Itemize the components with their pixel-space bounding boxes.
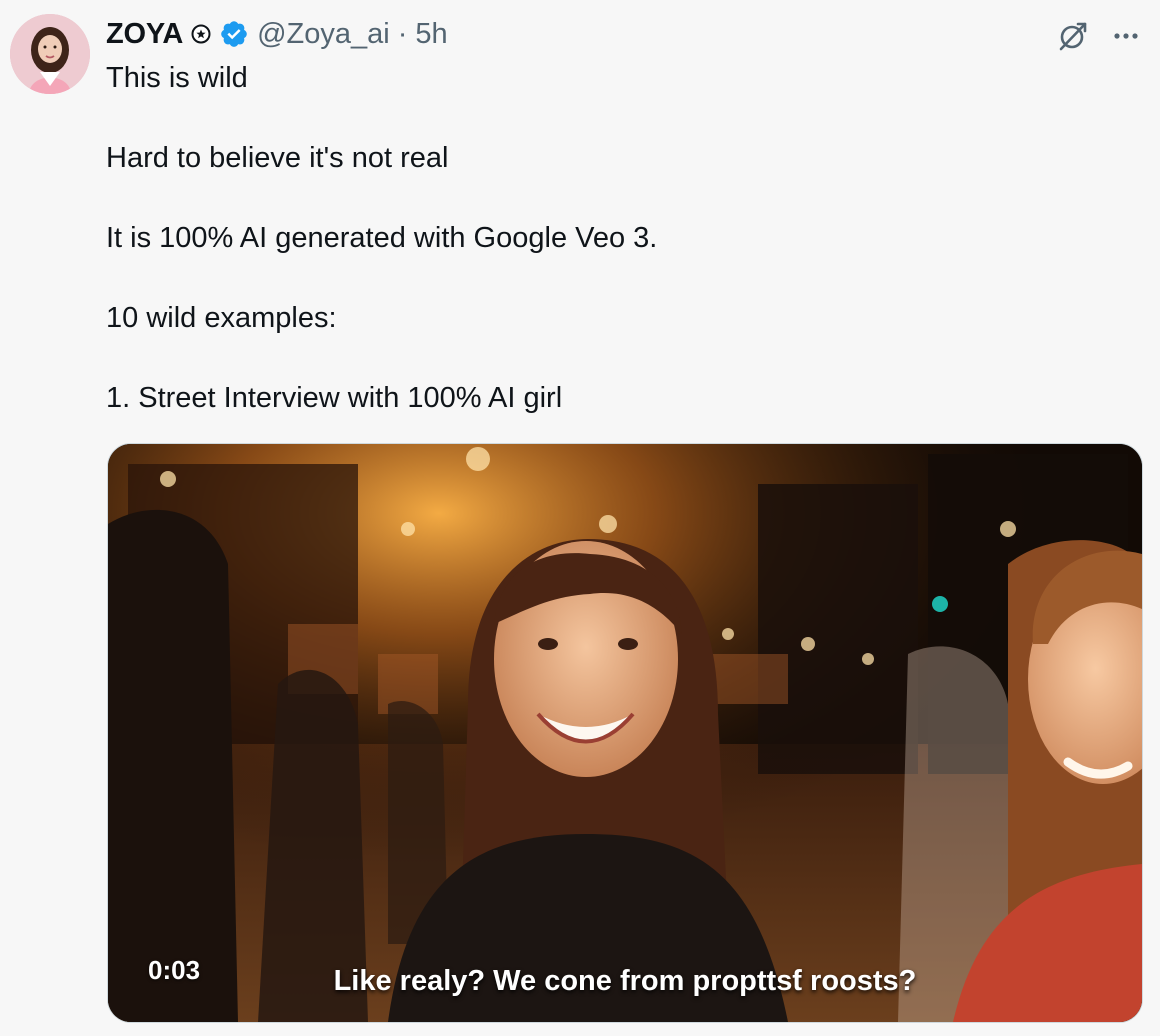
- video-player[interactable]: 0:03 Like realy? We cone from propttsƭ r…: [107, 443, 1143, 1023]
- tweet-line: [106, 258, 1136, 298]
- separator-dot: ·: [397, 18, 408, 50]
- more-icon[interactable]: [1108, 18, 1144, 54]
- tweet-line: [106, 98, 1136, 138]
- tweet: ZOYA @Zoya_ai · 5h This is wild Hard to …: [0, 0, 1160, 1036]
- author-name[interactable]: ZOYA: [106, 14, 183, 54]
- tweet-line: Hard to believe it's not real: [106, 142, 449, 174]
- tweet-line: [106, 178, 1136, 218]
- tweet-actions-top: [1054, 18, 1144, 54]
- tweet-line: This is wild: [106, 62, 248, 94]
- tweet-header: ZOYA @Zoya_ai · 5h: [106, 14, 448, 54]
- tweet-line: It is 100% AI generated with Google Veo …: [106, 222, 658, 254]
- video-caption: Like realy? We cone from propttsƭ roosts…: [333, 965, 917, 997]
- video-frame: [108, 444, 1142, 1022]
- grok-icon[interactable]: [1054, 18, 1090, 54]
- author-handle[interactable]: @Zoya_ai: [257, 14, 390, 54]
- tweet-line: 10 wild examples:: [106, 302, 337, 334]
- avatar[interactable]: [10, 14, 90, 94]
- post-time[interactable]: 5h: [415, 14, 447, 54]
- tweet-text: This is wild Hard to believe it's not re…: [106, 58, 1136, 418]
- affiliate-badge-icon[interactable]: [191, 24, 211, 44]
- tweet-line: [106, 338, 1136, 378]
- verified-badge-icon[interactable]: [219, 19, 249, 49]
- tweet-line: 1. Street Interview with 100% AI girl: [106, 382, 563, 414]
